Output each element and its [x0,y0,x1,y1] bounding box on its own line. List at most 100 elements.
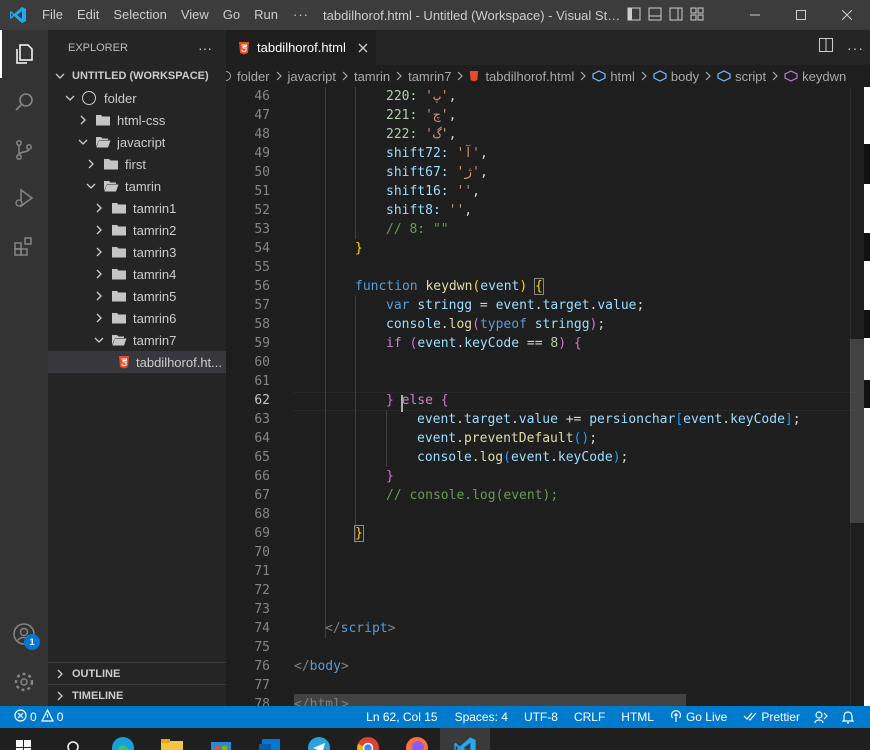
title-bar: File Edit Selection View Go Run ··· tabd… [0,0,870,30]
vscode-taskbar-icon[interactable] [453,736,477,750]
maximize-button[interactable] [778,0,824,30]
menu-file[interactable]: File [35,0,70,30]
tree-item-folder[interactable]: folder [48,87,226,109]
tree-item-tamrin2[interactable]: tamrin2 [48,219,226,241]
tree-item-label: tabdilhorof.ht... [136,354,222,370]
eol-status[interactable]: CRLF [574,706,605,728]
prettier-status[interactable]: Prettier [743,706,800,728]
tree-item-first[interactable]: first [48,153,226,175]
breadcrumb-item-tabdilhorof-html[interactable]: tabdilhorof.html [469,69,574,84]
source-control-icon[interactable] [0,126,48,174]
explorer-icon[interactable] [0,30,48,78]
tree-item-tamrin4[interactable]: tamrin4 [48,263,226,285]
horizontal-scrollbar[interactable] [294,694,686,706]
tree-item-html-css[interactable]: html-css [48,109,226,131]
menu-selection[interactable]: Selection [106,0,173,30]
indent-guide [386,410,387,467]
edge-browser-icon[interactable] [111,736,135,750]
windows-start-icon[interactable] [16,740,40,750]
extensions-icon[interactable] [0,222,48,270]
cursor-position-status[interactable]: Ln 62, Col 15 [366,706,437,728]
code-line-54: } [355,241,363,256]
code-line-57: var stringg = event.target.value; [386,298,645,313]
timeline-panel-header[interactable]: TIMELINE [48,684,226,706]
tree-item-tamrin1[interactable]: tamrin1 [48,197,226,219]
code-line-46: 220: 'پ', [386,89,457,104]
minimize-button[interactable] [732,0,778,30]
breadcrumb-item-tamrin[interactable]: tamrin [354,69,390,84]
breadcrumb-item-body[interactable]: body [653,69,699,84]
tree-item-tamrin5[interactable]: tamrin5 [48,285,226,307]
breadcrumb-item-folder[interactable]: folder [237,69,270,84]
menu-run[interactable]: Run [247,0,285,30]
tree-item-tamrin7[interactable]: tamrin7 [48,329,226,351]
notifications-bell-icon[interactable] [842,706,854,728]
problems-status[interactable]: 0 0 [0,706,63,728]
toggle-panel-icon[interactable] [648,7,662,24]
menu-view[interactable]: View [174,0,216,30]
accounts-icon[interactable]: 1 [0,610,48,658]
firefox-icon[interactable] [405,736,429,750]
chevron-right-icon [456,71,464,81]
code-line-64: event.preventDefault(); [417,431,598,446]
tree-item-tamrin6[interactable]: tamrin6 [48,307,226,329]
run-debug-icon[interactable] [0,174,48,222]
chrome-icon[interactable] [356,736,380,750]
chevron-right-icon [640,71,648,81]
line-number: 53 [254,222,270,237]
line-number: 60 [254,355,270,370]
chevron-right-icon [341,71,349,81]
line-number: 54 [254,241,270,256]
editor-more-button[interactable]: ··· [847,40,864,56]
code-editor[interactable]: 46 47 48 49 50 51 52 53 54 55 56 57 58 59 60 61 62 63 64 65… [226,87,870,706]
line-number: 65 [254,450,270,465]
line-number: 67 [254,488,270,503]
customize-layout-icon[interactable] [690,7,704,24]
go-live-button[interactable]: Go Live [670,706,727,728]
breadcrumb-item-script[interactable]: script [717,69,766,84]
close-tab-icon[interactable] [355,40,371,56]
code-line-48: 222: 'گ', [386,127,457,142]
language-mode-status[interactable]: HTML [621,706,654,728]
menu-go[interactable]: Go [216,0,247,30]
tree-item-file-tabdilhorof[interactable]: tabdilhorof.ht... [48,351,226,373]
breadcrumb-item-tamrin7[interactable]: tamrin7 [408,69,451,84]
workspace-header[interactable]: UNTITLED (WORKSPACE) [48,65,226,87]
menu-edit[interactable]: Edit [70,0,106,30]
toggle-sidebar-icon[interactable] [627,7,641,24]
outline-panel-header[interactable]: OUTLINE [48,662,226,684]
line-number: 72 [254,583,270,598]
breadcrumb-item-javacript[interactable]: javacript [288,69,336,84]
background-window-fragment [864,233,870,261]
feedback-icon[interactable] [814,706,828,728]
outlook-icon[interactable] [258,736,282,750]
close-window-button[interactable] [824,0,870,30]
breadcrumb-item-keydwn[interactable]: keydwn [784,69,846,84]
explorer-more-button[interactable]: ··· [198,40,212,56]
tree-item-tamrin3[interactable]: tamrin3 [48,241,226,263]
folder-icon [111,223,127,237]
taskbar-search-icon[interactable] [66,740,90,750]
split-editor-icon[interactable] [819,38,833,57]
manage-gear-icon[interactable] [0,658,48,706]
tree-item-label: html-css [117,112,166,128]
tree-item-tamrin[interactable]: tamrin [48,175,226,197]
store-icon[interactable] [209,736,233,750]
indentation-status[interactable]: Spaces: 4 [455,706,508,728]
encoding-status[interactable]: UTF-8 [524,706,558,728]
chevron-right-icon [91,244,107,260]
breadcrumb-item-html[interactable]: html [592,69,635,84]
status-bar: 0 0 Ln 62, Col 15 Spaces: 4 UTF-8 CRLF H… [0,706,870,728]
tree-item-javacript[interactable]: javacript [48,131,226,153]
folder-icon [95,113,111,127]
tree-item-label: first [125,156,146,172]
line-number: 66 [254,469,270,484]
toggle-secondary-sidebar-icon[interactable] [669,7,683,24]
tab-tabdilhorof[interactable]: tabdilhorof.html [226,30,376,65]
file-explorer-icon[interactable] [160,736,184,750]
search-icon[interactable] [0,78,48,126]
telegram-icon[interactable] [307,736,331,750]
vertical-scrollbar[interactable] [850,339,864,523]
menu-more-button[interactable]: ··· [285,0,317,30]
line-number: 48 [254,127,270,142]
